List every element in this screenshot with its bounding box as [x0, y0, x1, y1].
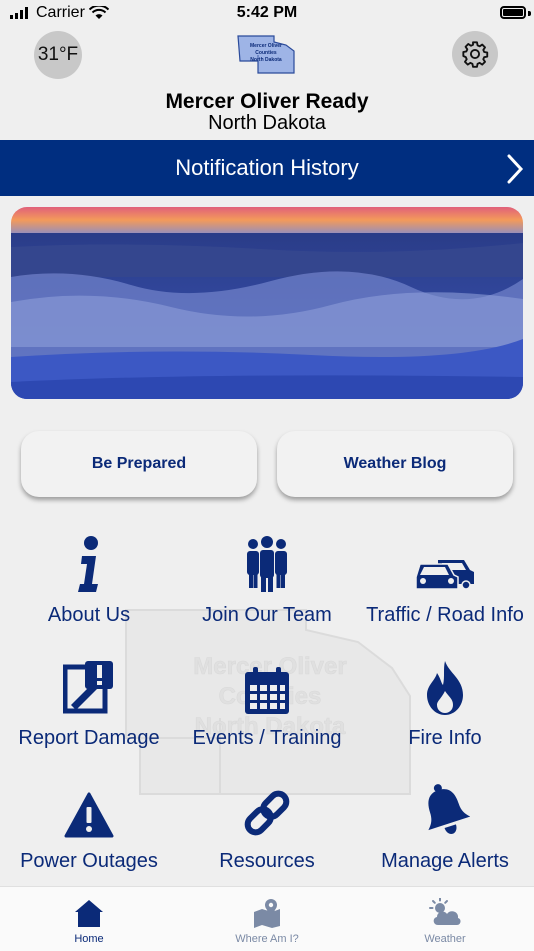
tab-home[interactable]: Home — [0, 887, 178, 951]
grid-item-about-us[interactable]: About Us — [0, 530, 178, 640]
tab-where-am-i[interactable]: Where Am I? — [178, 887, 356, 951]
app-title: Mercer Oliver Ready — [165, 90, 369, 113]
map-icon — [254, 899, 280, 928]
report-damage-icon — [63, 661, 113, 714]
clock: 5:42 PM — [236, 4, 298, 21]
notification-history-bar[interactable]: Notification History — [0, 140, 534, 196]
info-icon — [78, 536, 98, 592]
grid-item-fire-info[interactable]: Fire Info — [356, 653, 534, 763]
app-subtitle: North Dakota — [208, 112, 326, 134]
grid-item-resources[interactable]: Resources — [178, 776, 356, 886]
grid-item-label: Traffic / Road Info — [366, 604, 524, 626]
logo-line-3: North Dakota — [250, 57, 282, 63]
temperature-badge[interactable]: 31°F — [34, 31, 82, 79]
grid-item-report-damage[interactable]: Report Damage — [0, 653, 178, 763]
tab-label: Where Am I? — [235, 933, 299, 945]
tab-label: Home — [74, 933, 104, 945]
grid-item-label: Join Our Team — [202, 604, 332, 626]
battery-nub — [528, 11, 531, 16]
warning-icon — [64, 792, 114, 838]
grid-item-label: About Us — [47, 604, 131, 626]
grid-item-label: Manage Alerts — [381, 850, 509, 872]
chevron-right-icon — [507, 154, 524, 184]
grid-item-traffic-road-info[interactable]: Traffic / Road Info — [356, 530, 534, 640]
home-icon — [75, 900, 103, 927]
tab-label: Weather — [424, 933, 466, 945]
bottom-tab-bar: Home Where Am I? Weather — [0, 886, 534, 951]
weather-blog-label: Weather Blog — [343, 455, 447, 472]
grid-item-label: Events / Training — [192, 727, 342, 749]
weather-blog-button[interactable]: Weather Blog — [277, 431, 513, 497]
grid-item-power-outages[interactable]: Power Outages — [0, 776, 178, 886]
link-icon — [244, 790, 290, 836]
weather-icon — [429, 898, 461, 925]
gear-icon — [462, 41, 489, 68]
grid-item-events-training[interactable]: Events / Training — [178, 653, 356, 763]
notification-history-label: Notification History — [175, 155, 359, 180]
battery-icon — [500, 6, 526, 19]
logo-line-1: Mercer Oliver — [250, 43, 282, 49]
status-bar: Carrier 5:42 PM — [0, 0, 534, 28]
grid-item-label: Report Damage — [18, 727, 160, 749]
be-prepared-label: Be Prepared — [91, 455, 187, 472]
users-icon — [247, 536, 287, 592]
logo-line-2: Counties — [255, 50, 277, 56]
settings-button[interactable] — [452, 31, 498, 77]
calendar-icon — [245, 667, 289, 714]
grid-item-label: Fire Info — [408, 727, 482, 749]
grid-item-manage-alerts[interactable]: Manage Alerts — [356, 776, 534, 886]
temperature-value: 31°F — [37, 44, 79, 65]
tab-weather[interactable]: Weather — [356, 887, 534, 951]
grid-item-label: Resources — [219, 850, 315, 872]
grid-item-join-our-team[interactable]: Join Our Team — [178, 530, 356, 640]
county-logo: Mercer Oliver Counties North Dakota — [237, 35, 295, 74]
cars-icon — [415, 560, 474, 590]
be-prepared-button[interactable]: Be Prepared — [21, 431, 257, 497]
hero-landscape-image — [11, 207, 523, 399]
fire-icon — [427, 661, 463, 715]
grid-item-label: Power Outages — [20, 850, 158, 872]
bell-icon — [428, 784, 470, 834]
